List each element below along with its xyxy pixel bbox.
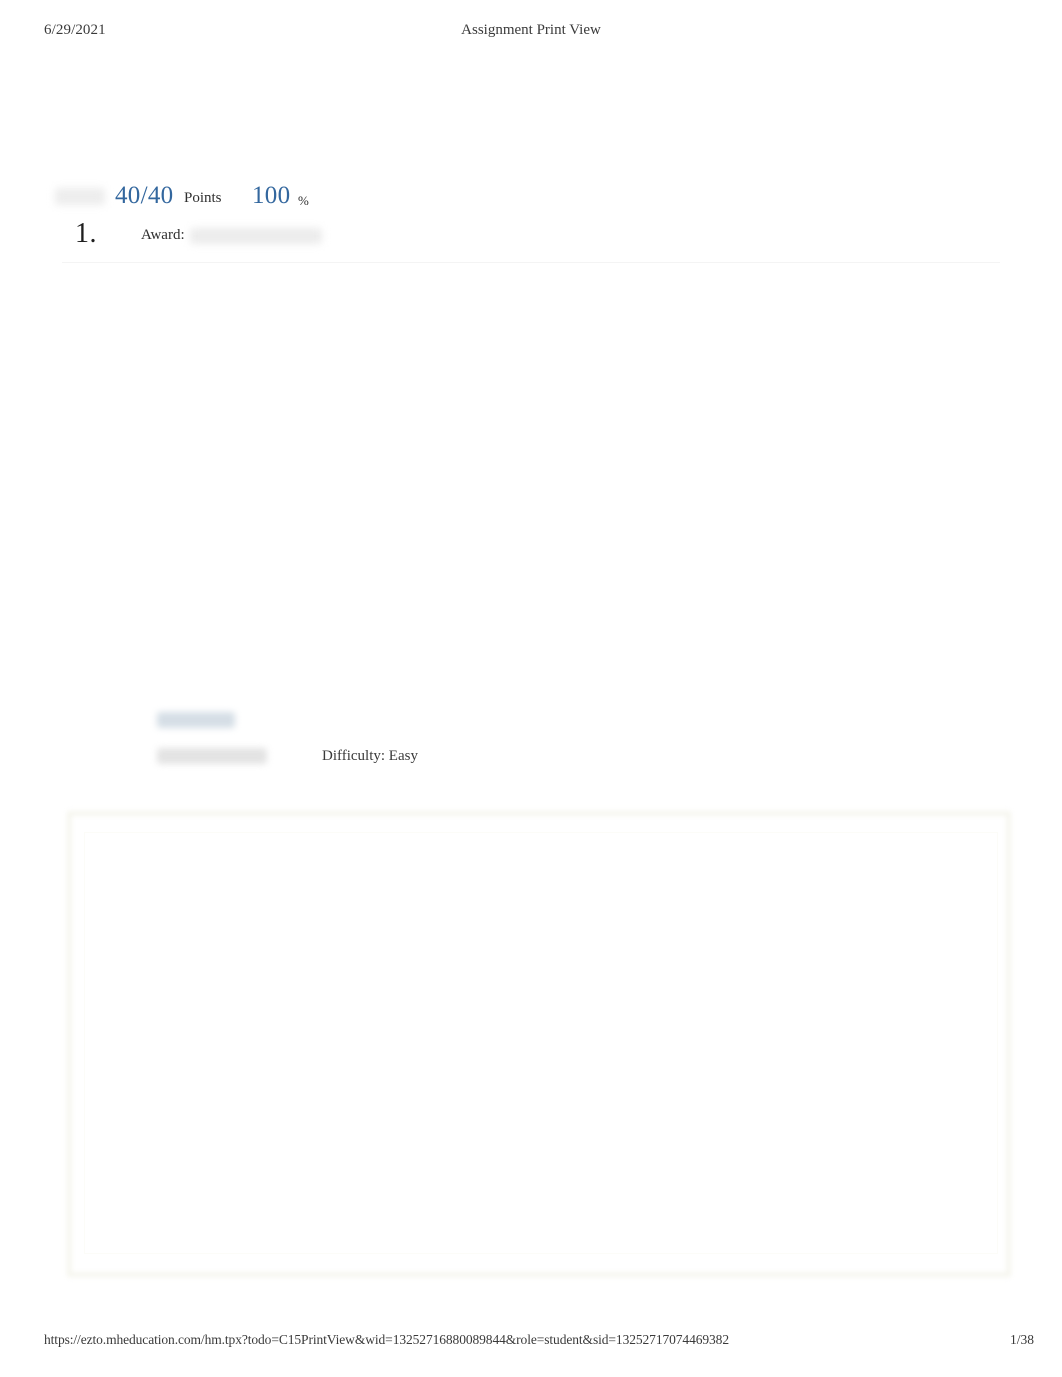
points-unit-label: Points xyxy=(184,190,222,206)
content-frame-interior xyxy=(84,832,998,1254)
score-strip: 40/40 Points 100 % xyxy=(0,182,1062,214)
footer-page-indicator: 1/38 xyxy=(1009,1332,1034,1347)
score-label-redaction xyxy=(55,188,105,205)
award-label: Award: xyxy=(141,227,185,243)
question-meta-block: Difficulty: Easy xyxy=(0,708,1062,778)
difficulty-label: Difficulty: Easy xyxy=(322,748,418,764)
percent-value: 100 xyxy=(252,182,291,209)
question-header-row: 1. Award: xyxy=(0,218,1062,252)
section-divider xyxy=(62,262,1000,263)
footer-source-url: https://ezto.mheducation.com/hm.tpx?todo… xyxy=(44,1332,729,1347)
points-earned-value: 40/40 xyxy=(115,182,174,209)
page-title: Assignment Print View xyxy=(461,22,601,38)
award-value-redaction xyxy=(190,228,322,244)
reference-tag-redaction xyxy=(157,712,235,728)
learning-objective-redaction xyxy=(157,748,267,764)
percent-sign-label: % xyxy=(298,193,309,208)
print-view-page: 6/29/2021 Assignment Print View 40/40 Po… xyxy=(0,0,1062,1377)
question-number: 1. xyxy=(75,218,97,249)
print-footer: https://ezto.mheducation.com/hm.tpx?todo… xyxy=(0,1332,1062,1352)
print-header: 6/29/2021 Assignment Print View xyxy=(0,22,1062,44)
